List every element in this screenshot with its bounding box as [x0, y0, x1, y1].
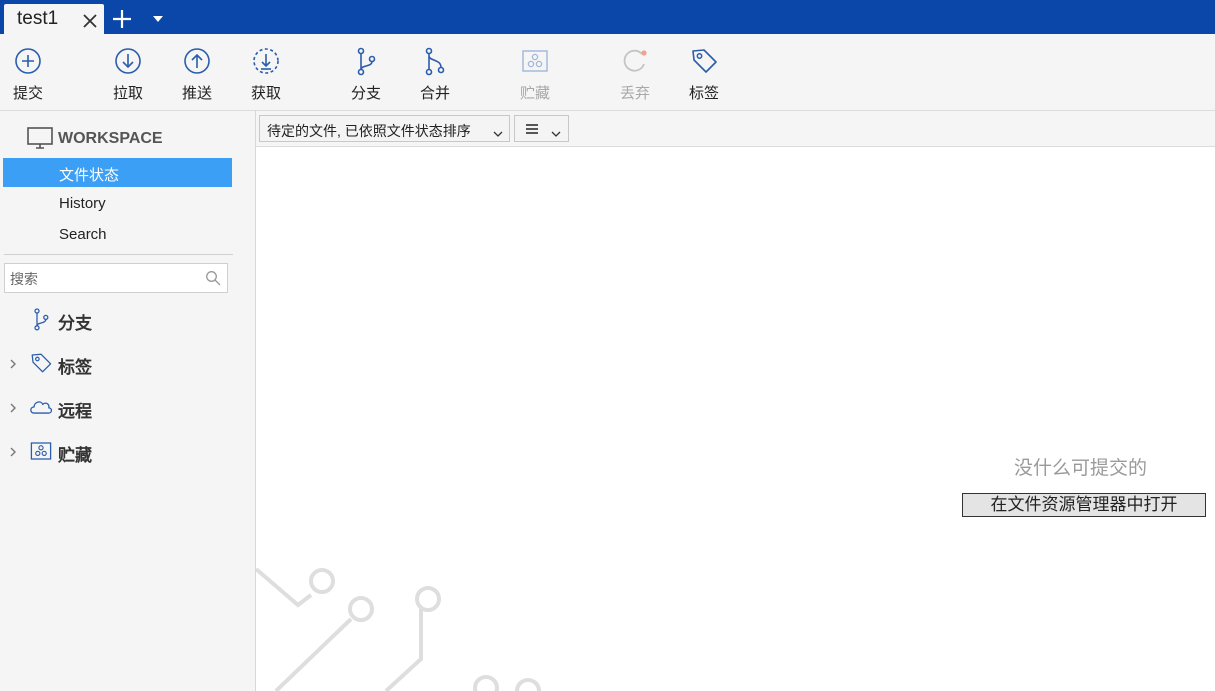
- fetch-label: 获取: [250, 85, 281, 102]
- open-in-explorer-button[interactable]: 在文件资源管理器中打开: [962, 493, 1206, 517]
- search-icon[interactable]: [205, 270, 221, 286]
- close-icon[interactable]: [82, 13, 98, 29]
- push-label: 推送: [181, 85, 212, 102]
- sidebar-item-search[interactable]: Search: [3, 220, 232, 249]
- arrow-up-circle-icon: [182, 46, 212, 76]
- cloud-icon: [28, 395, 54, 419]
- empty-state-message: 没什么可提交的: [1014, 458, 1148, 479]
- discard-icon: [620, 46, 650, 76]
- view-mode-dropdown[interactable]: [514, 115, 569, 142]
- search-input[interactable]: [10, 269, 200, 288]
- circuit-background-art: [256, 567, 541, 691]
- divider: [4, 254, 233, 255]
- tree-item-label: 远程: [58, 402, 92, 421]
- tree-item-remotes[interactable]: 远程: [4, 392, 244, 422]
- tag-icon: [28, 351, 54, 375]
- commit-button[interactable]: 提交: [0, 34, 58, 110]
- branch-icon: [351, 46, 381, 76]
- pull-label: 拉取: [112, 85, 143, 102]
- stash-icon: [28, 439, 54, 463]
- file-filter-bar: 待定的文件, 已依照文件状态排序: [256, 111, 1215, 147]
- tag-icon: [689, 46, 719, 76]
- arrow-down-circle-icon: [113, 46, 143, 76]
- list-icon: [525, 122, 539, 136]
- tab-title: test1: [17, 8, 59, 29]
- sidebar-item-file-status[interactable]: 文件状态: [3, 158, 232, 187]
- tag-button[interactable]: 标签: [674, 34, 734, 110]
- sidebar-item-label: History: [59, 195, 106, 212]
- chevron-down-icon: [551, 125, 561, 137]
- push-button[interactable]: 推送: [167, 34, 227, 110]
- branch-label: 分支: [350, 85, 381, 102]
- file-status-panel: 没什么可提交的 在文件资源管理器中打开: [256, 147, 1215, 691]
- chevron-down-icon: [493, 125, 503, 137]
- workspace-label: WORKSPACE: [58, 130, 163, 147]
- sort-dropdown-value: 待定的文件, 已依照文件状态排序: [267, 123, 471, 139]
- tree-item-label: 分支: [58, 314, 92, 333]
- merge-button[interactable]: 合并: [405, 34, 465, 110]
- tree-item-label: 标签: [58, 358, 92, 377]
- branch-icon: [28, 307, 54, 331]
- chevron-right-icon[interactable]: [8, 445, 18, 457]
- sidebar-search: [4, 263, 228, 293]
- tree-item-branches[interactable]: 分支: [4, 304, 244, 334]
- sidebar-item-history[interactable]: History: [3, 189, 232, 218]
- plus-icon[interactable]: [111, 8, 133, 30]
- tree-item-label: 贮藏: [58, 446, 92, 465]
- toolbar: 提交 拉取 推送 获取 分支 合并 贮藏 丢弃 标签: [0, 34, 1215, 111]
- tab-bar: test1: [0, 0, 1215, 34]
- sort-dropdown[interactable]: 待定的文件, 已依照文件状态排序: [259, 115, 510, 142]
- sidebar: WORKSPACE 文件状态 History Search 分支 标签: [0, 111, 256, 691]
- plus-circle-icon: [13, 46, 43, 76]
- discard-label: 丢弃: [619, 85, 650, 102]
- stash-label: 贮藏: [519, 85, 550, 102]
- fetch-dashed-circle-icon: [251, 46, 281, 76]
- sidebar-item-label: Search: [59, 226, 107, 243]
- fetch-button[interactable]: 获取: [236, 34, 296, 110]
- stash-button[interactable]: 贮藏: [505, 34, 565, 110]
- repo-tab[interactable]: test1: [4, 4, 104, 34]
- stash-icon: [520, 46, 550, 76]
- tree-item-stashes[interactable]: 贮藏: [4, 436, 244, 466]
- branch-button[interactable]: 分支: [336, 34, 396, 110]
- tag-label: 标签: [688, 85, 719, 102]
- discard-button[interactable]: 丢弃: [605, 34, 665, 110]
- caret-down-icon[interactable]: [152, 14, 164, 24]
- pull-button[interactable]: 拉取: [98, 34, 158, 110]
- chevron-right-icon[interactable]: [8, 401, 18, 413]
- chevron-right-icon[interactable]: [8, 357, 18, 369]
- tree-item-tags[interactable]: 标签: [4, 348, 244, 378]
- commit-label: 提交: [12, 85, 43, 102]
- merge-label: 合并: [419, 85, 450, 102]
- sidebar-item-label: 文件状态: [59, 167, 120, 184]
- merge-icon: [420, 46, 450, 76]
- monitor-icon: [26, 125, 54, 151]
